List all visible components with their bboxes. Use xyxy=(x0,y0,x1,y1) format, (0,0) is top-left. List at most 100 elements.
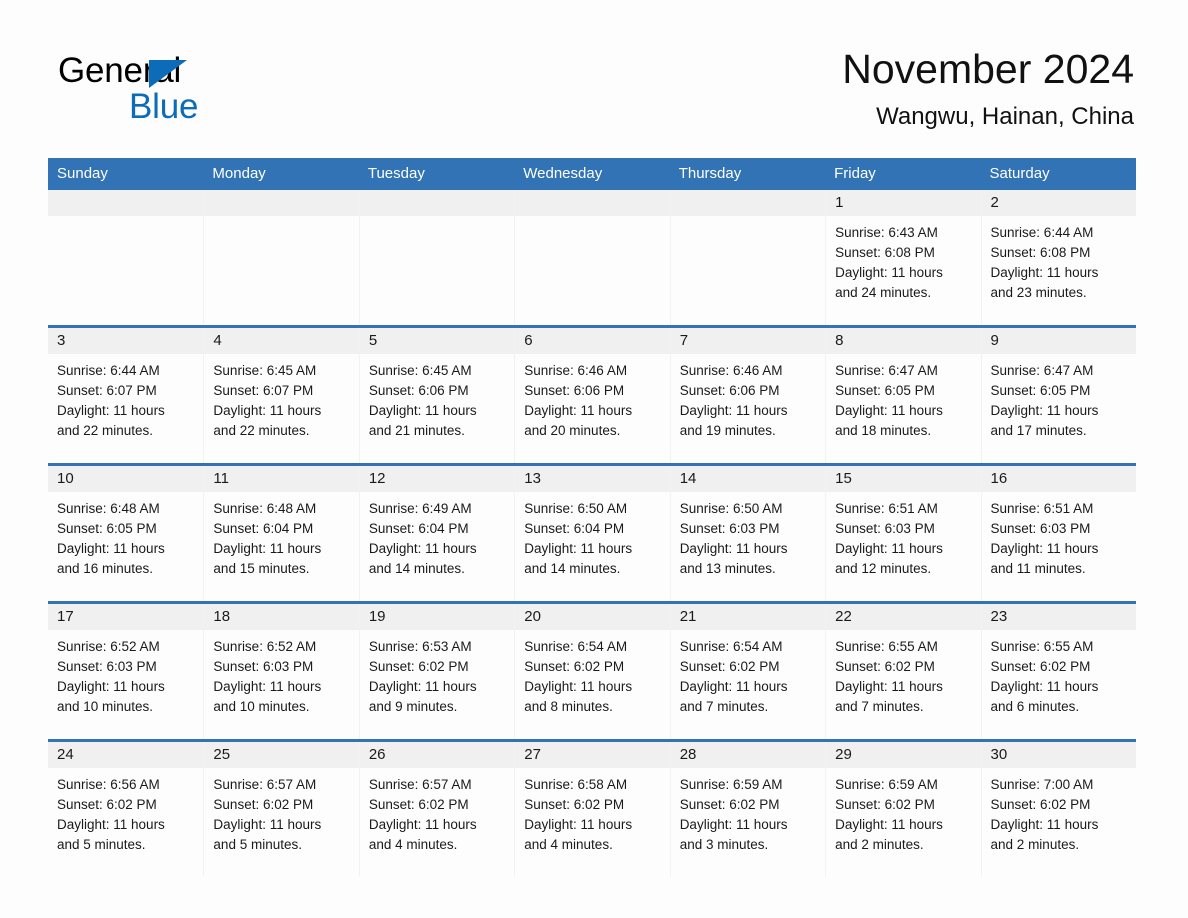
day-number: 9 xyxy=(981,328,1136,354)
day-cell[interactable]: 7 Sunrise: 6:46 AM Sunset: 6:06 PM Daylight… xyxy=(669,328,826,463)
day-info: Sunrise: 6:59 AM Sunset: 6:02 PM Daylight:… xyxy=(826,768,980,855)
day-info: Sunrise: 6:45 AM Sunset: 6:07 PM Daylight:… xyxy=(204,354,358,441)
day-number: 14 xyxy=(670,466,826,492)
sunset-text: Sunset: 6:02 PM xyxy=(368,659,469,674)
calendar-body: 1 Sunrise: 6:43 AM Sunset: 6:08 PM Daylight… xyxy=(48,190,1136,877)
day-cell[interactable]: 3 Sunrise: 6:44 AM Sunset: 6:07 PM Daylight… xyxy=(48,328,204,463)
day-cell[interactable]: 1 Sunrise: 6:43 AM Sunset: 6:08 PM Daylight… xyxy=(825,190,981,325)
day-number: 6 xyxy=(515,328,670,354)
day-cell[interactable]: 17 Sunrise: 6:52 AM Sunset: 6:03 PM Dayligh… xyxy=(48,604,204,739)
sunset-text: Sunset: 6:04 PM xyxy=(368,521,469,536)
day-info: Sunrise: 6:48 AM Sunset: 6:05 PM Daylight:… xyxy=(48,492,203,579)
calendar-cell xyxy=(669,190,826,327)
sunset-text: Sunset: 6:05 PM xyxy=(57,521,157,536)
daylight-text-line2: and 5 minutes. xyxy=(213,837,302,852)
daylight-text-line1: Daylight: 11 hours xyxy=(835,265,943,280)
sunrise-text: Sunrise: 6:57 AM xyxy=(213,777,317,792)
day-info: Sunrise: 7:00 AM Sunset: 6:02 PM Daylight:… xyxy=(982,768,1136,855)
weekday-header-tuesday: Tuesday xyxy=(358,158,515,190)
day-cell[interactable]: 18 Sunrise: 6:52 AM Sunset: 6:03 PM Dayligh… xyxy=(203,604,359,739)
calendar-cell: 4 Sunrise: 6:45 AM Sunset: 6:07 PM Daylight… xyxy=(203,325,359,465)
day-info: Sunrise: 6:50 AM Sunset: 6:03 PM Daylight:… xyxy=(671,492,825,579)
daylight-text-line1: Daylight: 11 hours xyxy=(990,541,1099,556)
day-cell[interactable]: 26 Sunrise: 6:57 AM Sunset: 6:02 PM Dayligh… xyxy=(358,742,515,877)
daylight-text-line1: Daylight: 11 hours xyxy=(524,403,633,418)
day-cell[interactable]: 2 Sunrise: 6:44 AM Sunset: 6:08 PM Daylight… xyxy=(980,190,1136,325)
day-number: 26 xyxy=(359,742,515,768)
day-cell[interactable]: 24 Sunrise: 6:56 AM Sunset: 6:02 PM Dayligh… xyxy=(48,742,204,877)
daylight-text-line1: Daylight: 11 hours xyxy=(679,679,788,694)
day-cell[interactable]: 4 Sunrise: 6:45 AM Sunset: 6:07 PM Daylight… xyxy=(203,328,359,463)
daylight-text-line1: Daylight: 11 hours xyxy=(835,817,943,832)
calendar-page: General Blue November 2024 Wangwu, Haina… xyxy=(0,0,1188,918)
day-info: Sunrise: 6:50 AM Sunset: 6:04 PM Daylight:… xyxy=(515,492,669,579)
day-cell[interactable]: 14 Sunrise: 6:50 AM Sunset: 6:03 PM Dayligh… xyxy=(669,466,826,601)
sunset-text: Sunset: 6:06 PM xyxy=(368,383,469,398)
day-cell[interactable]: 13 Sunrise: 6:50 AM Sunset: 6:04 PM Dayligh… xyxy=(514,466,670,601)
day-cell[interactable]: 29 Sunrise: 6:59 AM Sunset: 6:02 PM Dayligh… xyxy=(825,742,981,877)
weekday-header-friday: Friday xyxy=(825,158,981,190)
day-cell[interactable]: 30 Sunrise: 7:00 AM Sunset: 6:02 PM Dayligh… xyxy=(980,742,1136,877)
day-info: Sunrise: 6:54 AM Sunset: 6:02 PM Daylight:… xyxy=(515,630,669,717)
day-info: Sunrise: 6:59 AM Sunset: 6:02 PM Daylight:… xyxy=(671,768,825,855)
day-cell[interactable]: 28 Sunrise: 6:59 AM Sunset: 6:02 PM Dayligh… xyxy=(669,742,826,877)
sunrise-text: Sunrise: 7:00 AM xyxy=(990,777,1094,792)
day-cell[interactable]: 16 Sunrise: 6:51 AM Sunset: 6:03 PM Dayligh… xyxy=(980,466,1136,601)
weekday-header-thursday: Thursday xyxy=(669,158,826,190)
day-number: 22 xyxy=(826,604,981,630)
calendar-cell: 23 Sunrise: 6:55 AM Sunset: 6:02 PM Dayligh… xyxy=(980,601,1136,741)
daylight-text-line2: and 3 minutes. xyxy=(679,837,769,852)
day-number xyxy=(515,190,670,216)
sunset-text: Sunset: 6:02 PM xyxy=(213,797,314,812)
calendar-week-row: 3 Sunrise: 6:44 AM Sunset: 6:07 PM Daylight… xyxy=(48,325,1136,465)
daylight-text-line1: Daylight: 11 hours xyxy=(213,679,322,694)
daylight-text-line1: Daylight: 11 hours xyxy=(524,541,633,556)
day-cell[interactable]: 9 Sunrise: 6:47 AM Sunset: 6:05 PM Daylight… xyxy=(980,328,1136,463)
sunrise-text: Sunrise: 6:59 AM xyxy=(679,777,783,792)
daylight-text-line1: Daylight: 11 hours xyxy=(990,679,1099,694)
day-cell[interactable]: 22 Sunrise: 6:55 AM Sunset: 6:02 PM Dayligh… xyxy=(825,604,981,739)
daylight-text-line2: and 4 minutes. xyxy=(368,837,458,852)
calendar-cell: 24 Sunrise: 6:56 AM Sunset: 6:02 PM Dayligh… xyxy=(48,739,204,877)
day-cell[interactable]: 27 Sunrise: 6:58 AM Sunset: 6:02 PM Dayligh… xyxy=(514,742,670,877)
generalblue-logo[interactable]: General Blue xyxy=(58,52,358,134)
sunrise-text: Sunrise: 6:52 AM xyxy=(57,639,160,654)
sunrise-text: Sunrise: 6:58 AM xyxy=(524,777,628,792)
day-number: 24 xyxy=(48,742,204,768)
day-info: Sunrise: 6:55 AM Sunset: 6:02 PM Daylight:… xyxy=(826,630,980,717)
day-number xyxy=(204,190,359,216)
weekday-header-row: Sunday Monday Tuesday Wednesday Thursday… xyxy=(48,158,1136,190)
day-cell[interactable]: 25 Sunrise: 6:57 AM Sunset: 6:02 PM Dayligh… xyxy=(203,742,359,877)
day-info: Sunrise: 6:48 AM Sunset: 6:04 PM Daylight:… xyxy=(204,492,358,579)
daylight-text-line2: and 16 minutes. xyxy=(57,561,154,576)
page-header: General Blue November 2024 Wangwu, Haina… xyxy=(0,0,1188,150)
day-number: 10 xyxy=(48,466,204,492)
calendar-cell: 20 Sunrise: 6:54 AM Sunset: 6:02 PM Dayligh… xyxy=(514,601,670,741)
day-cell[interactable]: 15 Sunrise: 6:51 AM Sunset: 6:03 PM Dayligh… xyxy=(825,466,981,601)
sunrise-text: Sunrise: 6:55 AM xyxy=(990,639,1094,654)
sunrise-text: Sunrise: 6:51 AM xyxy=(990,501,1094,516)
daylight-text-line1: Daylight: 11 hours xyxy=(57,679,165,694)
day-cell[interactable]: 12 Sunrise: 6:49 AM Sunset: 6:04 PM Dayligh… xyxy=(358,466,515,601)
day-cell[interactable]: 19 Sunrise: 6:53 AM Sunset: 6:02 PM Dayligh… xyxy=(358,604,515,739)
day-cell[interactable]: 23 Sunrise: 6:55 AM Sunset: 6:02 PM Dayligh… xyxy=(980,604,1136,739)
day-number xyxy=(48,190,204,216)
day-cell[interactable]: 11 Sunrise: 6:48 AM Sunset: 6:04 PM Dayligh… xyxy=(203,466,359,601)
calendar-cell xyxy=(358,190,515,327)
day-cell[interactable]: 5 Sunrise: 6:45 AM Sunset: 6:06 PM Daylight… xyxy=(358,328,515,463)
daylight-text-line2: and 15 minutes. xyxy=(213,561,310,576)
daylight-text-line2: and 14 minutes. xyxy=(524,561,621,576)
day-number xyxy=(359,190,515,216)
calendar-cell: 12 Sunrise: 6:49 AM Sunset: 6:04 PM Dayligh… xyxy=(358,463,515,603)
daylight-text-line1: Daylight: 11 hours xyxy=(679,817,788,832)
day-info: Sunrise: 6:57 AM Sunset: 6:02 PM Daylight:… xyxy=(360,768,514,855)
day-cell[interactable]: 8 Sunrise: 6:47 AM Sunset: 6:05 PM Daylight… xyxy=(825,328,981,463)
day-cell[interactable]: 10 Sunrise: 6:48 AM Sunset: 6:05 PM Dayligh… xyxy=(48,466,204,601)
daylight-text-line2: and 20 minutes. xyxy=(524,423,621,438)
day-cell[interactable]: 20 Sunrise: 6:54 AM Sunset: 6:02 PM Dayligh… xyxy=(514,604,670,739)
day-info: Sunrise: 6:51 AM Sunset: 6:03 PM Daylight:… xyxy=(826,492,980,579)
day-cell[interactable]: 21 Sunrise: 6:54 AM Sunset: 6:02 PM Dayligh… xyxy=(669,604,826,739)
day-cell[interactable]: 6 Sunrise: 6:46 AM Sunset: 6:06 PM Daylight… xyxy=(514,328,670,463)
calendar-cell: 2 Sunrise: 6:44 AM Sunset: 6:08 PM Daylight… xyxy=(980,190,1136,327)
calendar-cell: 15 Sunrise: 6:51 AM Sunset: 6:03 PM Dayligh… xyxy=(825,463,981,603)
